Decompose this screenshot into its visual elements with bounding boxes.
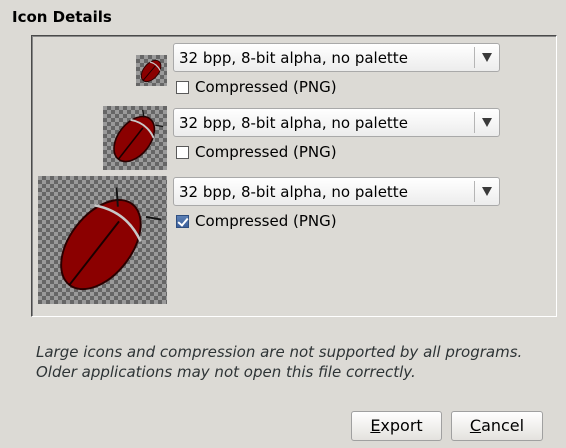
checkbox-box[interactable] — [176, 146, 189, 159]
cancel-button[interactable]: Cancel — [451, 411, 543, 441]
cancel-mnemonic: C — [469, 416, 482, 435]
format-select-1[interactable]: 32 bpp, 8-bit alpha, no palette — [173, 43, 500, 72]
export-mnemonic: E — [370, 416, 381, 435]
checkbox-box-checked[interactable] — [176, 215, 189, 228]
compressed-label-2: Compressed (PNG) — [195, 143, 337, 161]
format-select-2-value: 32 bpp, 8-bit alpha, no palette — [179, 114, 408, 132]
format-select-2[interactable]: 32 bpp, 8-bit alpha, no palette — [173, 108, 500, 137]
format-select-1-value: 32 bpp, 8-bit alpha, no palette — [179, 49, 408, 67]
checkmark-icon — [177, 215, 189, 227]
icon-preview-large — [38, 176, 167, 304]
format-select-3-value: 32 bpp, 8-bit alpha, no palette — [179, 183, 408, 201]
bug-icon — [140, 59, 162, 83]
section-title: Icon Details — [12, 8, 112, 26]
icon-preview-small — [136, 55, 167, 86]
compressed-label-1: Compressed (PNG) — [195, 78, 337, 96]
icon-preview-medium — [103, 106, 167, 170]
bug-icon — [60, 187, 162, 291]
export-label: xport — [380, 416, 423, 435]
chevron-down-icon — [482, 53, 492, 62]
compressed-label-3: Compressed (PNG) — [195, 212, 337, 230]
chevron-down-icon — [482, 118, 492, 127]
chevron-down-icon — [482, 187, 492, 196]
export-button[interactable]: Export — [351, 411, 442, 441]
checkbox-box[interactable] — [176, 81, 189, 94]
compatibility-note: Large icons and compression are not supp… — [36, 343, 523, 381]
cancel-label: ancel — [481, 416, 525, 435]
format-select-3[interactable]: 32 bpp, 8-bit alpha, no palette — [173, 177, 500, 206]
bug-icon — [113, 109, 164, 163]
